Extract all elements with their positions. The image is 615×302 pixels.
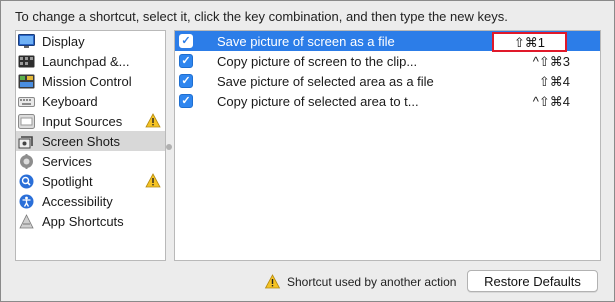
- category-label: Mission Control: [42, 73, 132, 89]
- shortcut-key[interactable]: ⇧⌘4: [539, 74, 570, 90]
- shortcut-enabled-checkbox[interactable]: ✓: [179, 74, 193, 88]
- shortcut-label: Copy picture of selected area to t...: [217, 94, 419, 109]
- app-shortcuts-icon: [18, 213, 35, 229]
- shortcut-key: ⇧⌘1: [513, 35, 545, 50]
- category-label: Services: [42, 153, 92, 169]
- shortcut-label: Save picture of selected area as a file: [217, 74, 434, 89]
- shortcut-row[interactable]: ✓ Save picture of screen as a file ⇧⌘1: [175, 31, 600, 52]
- category-item-app-shortcuts[interactable]: App Shortcuts: [16, 211, 165, 231]
- category-label: App Shortcuts: [42, 213, 124, 229]
- accessibility-icon: [18, 194, 35, 209]
- mission-control-icon: [18, 74, 35, 89]
- category-label: Screen Shots: [42, 133, 121, 149]
- category-label: Keyboard: [42, 93, 98, 109]
- category-item-screen-shots[interactable]: Screen Shots: [16, 131, 165, 151]
- category-item-launchpad[interactable]: Launchpad &...: [16, 51, 165, 71]
- category-label: Accessibility: [42, 193, 113, 209]
- category-label: Input Sources: [42, 113, 123, 129]
- shortcut-label: Copy picture of screen to the clip...: [217, 54, 418, 69]
- category-item-keyboard[interactable]: Keyboard: [16, 91, 165, 111]
- screenshot-icon: [18, 134, 35, 149]
- shortcut-enabled-checkbox[interactable]: ✓: [179, 54, 193, 68]
- instruction-text: To change a shortcut, select it, click t…: [15, 9, 508, 24]
- launchpad-icon: [18, 54, 35, 69]
- conflict-legend: Shortcut used by another action: [287, 275, 457, 289]
- category-item-display[interactable]: Display: [16, 31, 165, 51]
- restore-defaults-button[interactable]: Restore Defaults: [467, 270, 598, 292]
- shortcut-label: Save picture of screen as a file: [217, 34, 395, 49]
- keyboard-icon: [18, 94, 35, 109]
- category-item-input-sources[interactable]: Input Sources: [16, 111, 165, 131]
- spotlight-icon: [18, 174, 35, 189]
- shortcut-key-field[interactable]: ⇧⌘1: [492, 32, 567, 52]
- warning-icon: [145, 173, 161, 188]
- category-item-spotlight[interactable]: Spotlight: [16, 171, 165, 191]
- display-icon: [18, 33, 35, 49]
- shortcut-enabled-checkbox[interactable]: ✓: [179, 94, 193, 108]
- gear-icon: [18, 153, 35, 169]
- warning-icon: [264, 274, 281, 289]
- input-sources-icon: [18, 113, 35, 129]
- shortcut-key[interactable]: ^⇧⌘4: [533, 94, 570, 110]
- shortcut-list[interactable]: ✓ Save picture of screen as a file ⇧⌘1 ✓…: [174, 30, 601, 261]
- shortcut-row[interactable]: ✓ Copy picture of selected area to t... …: [175, 91, 600, 111]
- category-label: Display: [42, 33, 85, 49]
- shortcut-enabled-checkbox[interactable]: ✓: [179, 34, 193, 48]
- category-item-services[interactable]: Services: [16, 151, 165, 171]
- category-item-accessibility[interactable]: Accessibility: [16, 191, 165, 211]
- category-label: Launchpad &...: [42, 53, 130, 69]
- warning-icon: [145, 113, 161, 128]
- category-list[interactable]: Display Launchpad &... Mission Control K…: [15, 30, 166, 261]
- shortcut-row[interactable]: ✓ Save picture of selected area as a fil…: [175, 71, 600, 91]
- shortcut-row[interactable]: ✓ Copy picture of screen to the clip... …: [175, 51, 600, 71]
- splitter-handle[interactable]: [166, 144, 172, 150]
- shortcut-key[interactable]: ^⇧⌘3: [533, 54, 570, 70]
- category-item-mission-control[interactable]: Mission Control: [16, 71, 165, 91]
- category-label: Spotlight: [42, 173, 93, 189]
